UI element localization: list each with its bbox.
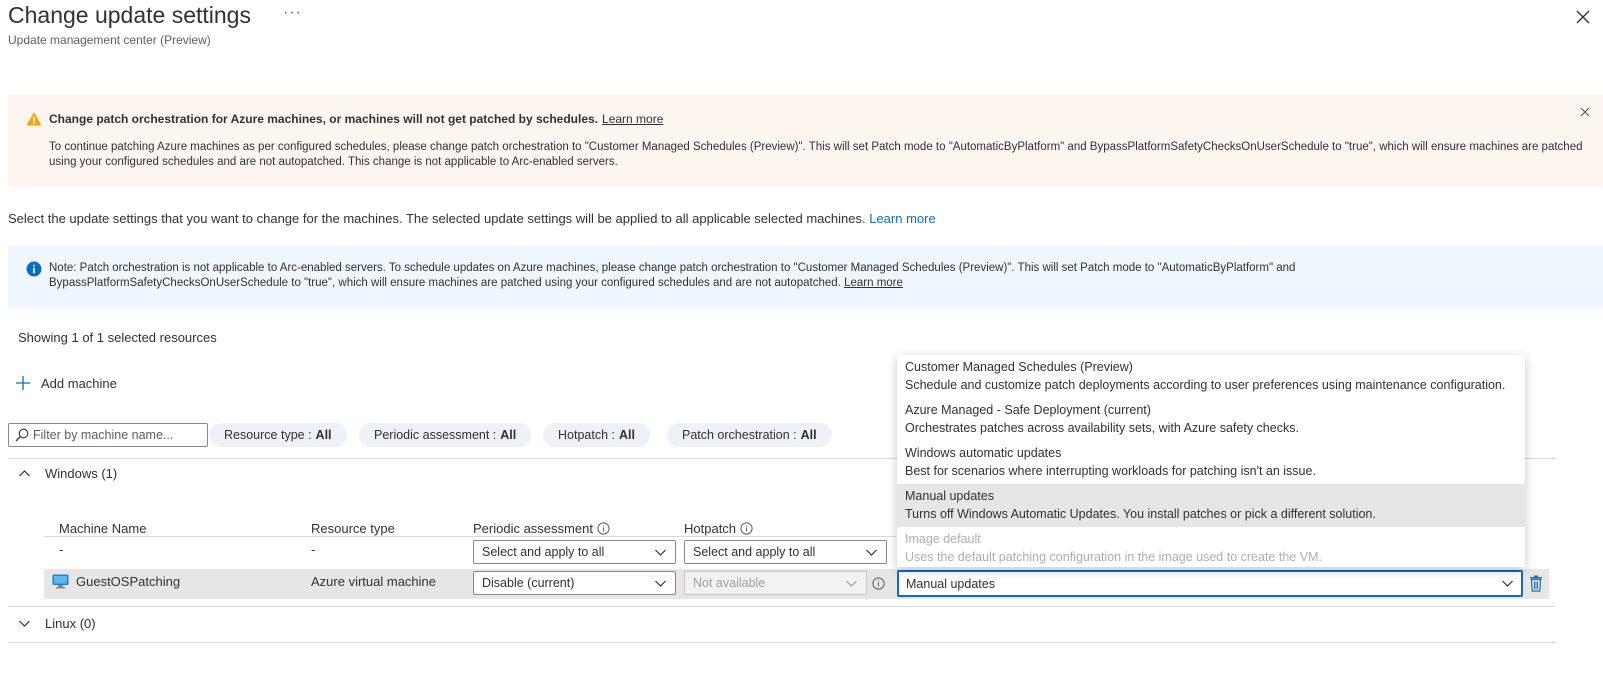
column-header-label: Hotpatch: [684, 521, 737, 536]
add-machine-button[interactable]: Add machine: [15, 375, 117, 391]
filter-pill-label: Resource type :: [224, 428, 312, 442]
select-value: Not available: [693, 576, 766, 590]
intro-text: Select the update settings that you want…: [8, 211, 936, 226]
chevron-down-icon: [1502, 580, 1513, 587]
filter-pill-label: Hotpatch :: [558, 428, 615, 442]
linux-group-label: Linux (0): [45, 616, 96, 631]
divider: [8, 642, 1556, 643]
filter-pill-resource-type[interactable]: Resource type : All: [209, 423, 347, 447]
option-title: Manual updates: [905, 489, 994, 503]
filter-pill-periodic-assessment[interactable]: Periodic assessment : All: [359, 423, 532, 447]
column-header-periodic-assessment[interactable]: Periodic assessment: [473, 521, 610, 536]
column-header-machine-name[interactable]: Machine Name: [59, 521, 146, 536]
more-options-button[interactable]: ···: [283, 4, 302, 22]
option-title: Windows automatic updates: [905, 446, 1062, 460]
windows-group-toggle[interactable]: Windows (1): [18, 466, 117, 481]
warning-title-text: Change patch orchestration for Azure mac…: [49, 112, 599, 126]
machine-filter-input[interactable]: [33, 428, 203, 442]
option-image-default: Image default Uses the default patching …: [897, 527, 1525, 570]
page-title: Change update settings: [8, 2, 251, 28]
option-description: Orchestrates patches across availability…: [905, 421, 1299, 435]
option-title: Azure Managed - Safe Deployment (current…: [905, 403, 1151, 417]
info-message-bar: Note: Patch orchestration is not applica…: [8, 246, 1603, 309]
apply-all-hotpatch-select[interactable]: Select and apply to all: [684, 540, 887, 564]
column-header-resource-type[interactable]: Resource type: [311, 521, 395, 536]
delete-icon[interactable]: [1529, 575, 1543, 592]
select-value: Manual updates: [906, 576, 995, 591]
divider: [8, 606, 1556, 607]
filter-pill-value: All: [618, 428, 635, 442]
warning-learn-more-link[interactable]: Learn more: [602, 112, 663, 126]
windows-group-label: Windows (1): [45, 466, 118, 481]
option-description: Uses the default patching configuration …: [905, 550, 1322, 564]
chevron-down-icon: [19, 620, 30, 627]
info-circle-icon[interactable]: [872, 577, 885, 590]
info-circle-icon[interactable]: [597, 522, 610, 535]
chevron-down-icon: [655, 580, 666, 587]
option-customer-managed-schedules[interactable]: Customer Managed Schedules (Preview) Sch…: [897, 355, 1525, 398]
select-value: Select and apply to all: [482, 545, 605, 559]
select-value: Select and apply to all: [693, 545, 816, 559]
add-machine-label: Add machine: [41, 375, 117, 391]
option-title: Image default: [905, 532, 981, 546]
patch-orchestration-dropdown: Customer Managed Schedules (Preview) Sch…: [897, 355, 1525, 567]
linux-group-toggle[interactable]: Linux (0): [18, 616, 96, 631]
option-manual-updates[interactable]: Manual updates Turns off Windows Automat…: [897, 484, 1525, 527]
intro-text-content: Select the update settings that you want…: [8, 211, 866, 226]
option-description: Turns off Windows Automatic Updates. You…: [905, 507, 1376, 521]
filter-pill-hotpatch[interactable]: Hotpatch : All: [543, 423, 650, 447]
info-body: Note: Patch orchestration is not applica…: [49, 261, 1349, 291]
intro-learn-more-link[interactable]: Learn more: [869, 211, 935, 226]
selection-count: Showing 1 of 1 selected resources: [18, 330, 217, 345]
chevron-up-icon: [19, 470, 30, 477]
filter-box: [8, 423, 208, 447]
virtual-machine-icon: [52, 574, 69, 589]
option-title: Customer Managed Schedules (Preview): [905, 360, 1133, 374]
machine-name[interactable]: GuestOSPatching: [76, 574, 180, 589]
warning-title: Change patch orchestration for Azure mac…: [49, 112, 663, 126]
chevron-down-icon: [655, 549, 666, 556]
filter-pill-patch-orchestration[interactable]: Patch orchestration : All: [667, 423, 832, 447]
option-description: Best for scenarios where interrupting wo…: [905, 464, 1316, 478]
column-header-hotpatch[interactable]: Hotpatch: [684, 521, 753, 536]
option-windows-automatic-updates[interactable]: Windows automatic updates Best for scena…: [897, 441, 1525, 484]
machine-hotpatch-select: Not available: [684, 571, 867, 595]
warning-message-bar: Change patch orchestration for Azure mac…: [8, 95, 1603, 187]
warning-body: To continue patching Azure machines as p…: [49, 141, 1583, 168]
plus-icon: [16, 376, 30, 390]
dismiss-warning-icon[interactable]: [1578, 105, 1592, 119]
chevron-down-icon: [866, 549, 877, 556]
machine-resource-type: Azure virtual machine: [311, 574, 436, 589]
filter-pill-value: All: [800, 428, 817, 442]
apply-all-assessment-select[interactable]: Select and apply to all: [473, 540, 676, 564]
option-description: Schedule and customize patch deployments…: [905, 378, 1506, 392]
apply-row-name: -: [59, 542, 64, 557]
info-learn-more-link[interactable]: Learn more: [844, 277, 903, 289]
option-azure-managed-safe-deployment[interactable]: Azure Managed - Safe Deployment (current…: [897, 398, 1525, 441]
search-icon: [15, 428, 29, 442]
filter-pill-value: All: [500, 428, 517, 442]
patch-orchestration-select[interactable]: Manual updates: [897, 570, 1523, 597]
filter-pill-label: Periodic assessment :: [374, 428, 497, 442]
info-icon: [26, 261, 42, 277]
info-circle-icon[interactable]: [740, 522, 753, 535]
machine-assessment-select[interactable]: Disable (current): [473, 571, 676, 595]
apply-row-type: -: [311, 542, 316, 557]
column-header-label: Periodic assessment: [473, 521, 593, 536]
filter-pill-value: All: [315, 428, 332, 442]
select-value: Disable (current): [482, 576, 575, 590]
info-body-text: Note: Patch orchestration is not applica…: [49, 262, 1296, 289]
page-subtitle: Update management center (Preview): [8, 33, 211, 47]
warning-icon: [26, 112, 42, 126]
header-divider: [44, 536, 896, 537]
filter-pill-label: Patch orchestration :: [682, 428, 797, 442]
close-icon[interactable]: [1572, 6, 1594, 28]
chevron-down-icon: [846, 580, 857, 587]
